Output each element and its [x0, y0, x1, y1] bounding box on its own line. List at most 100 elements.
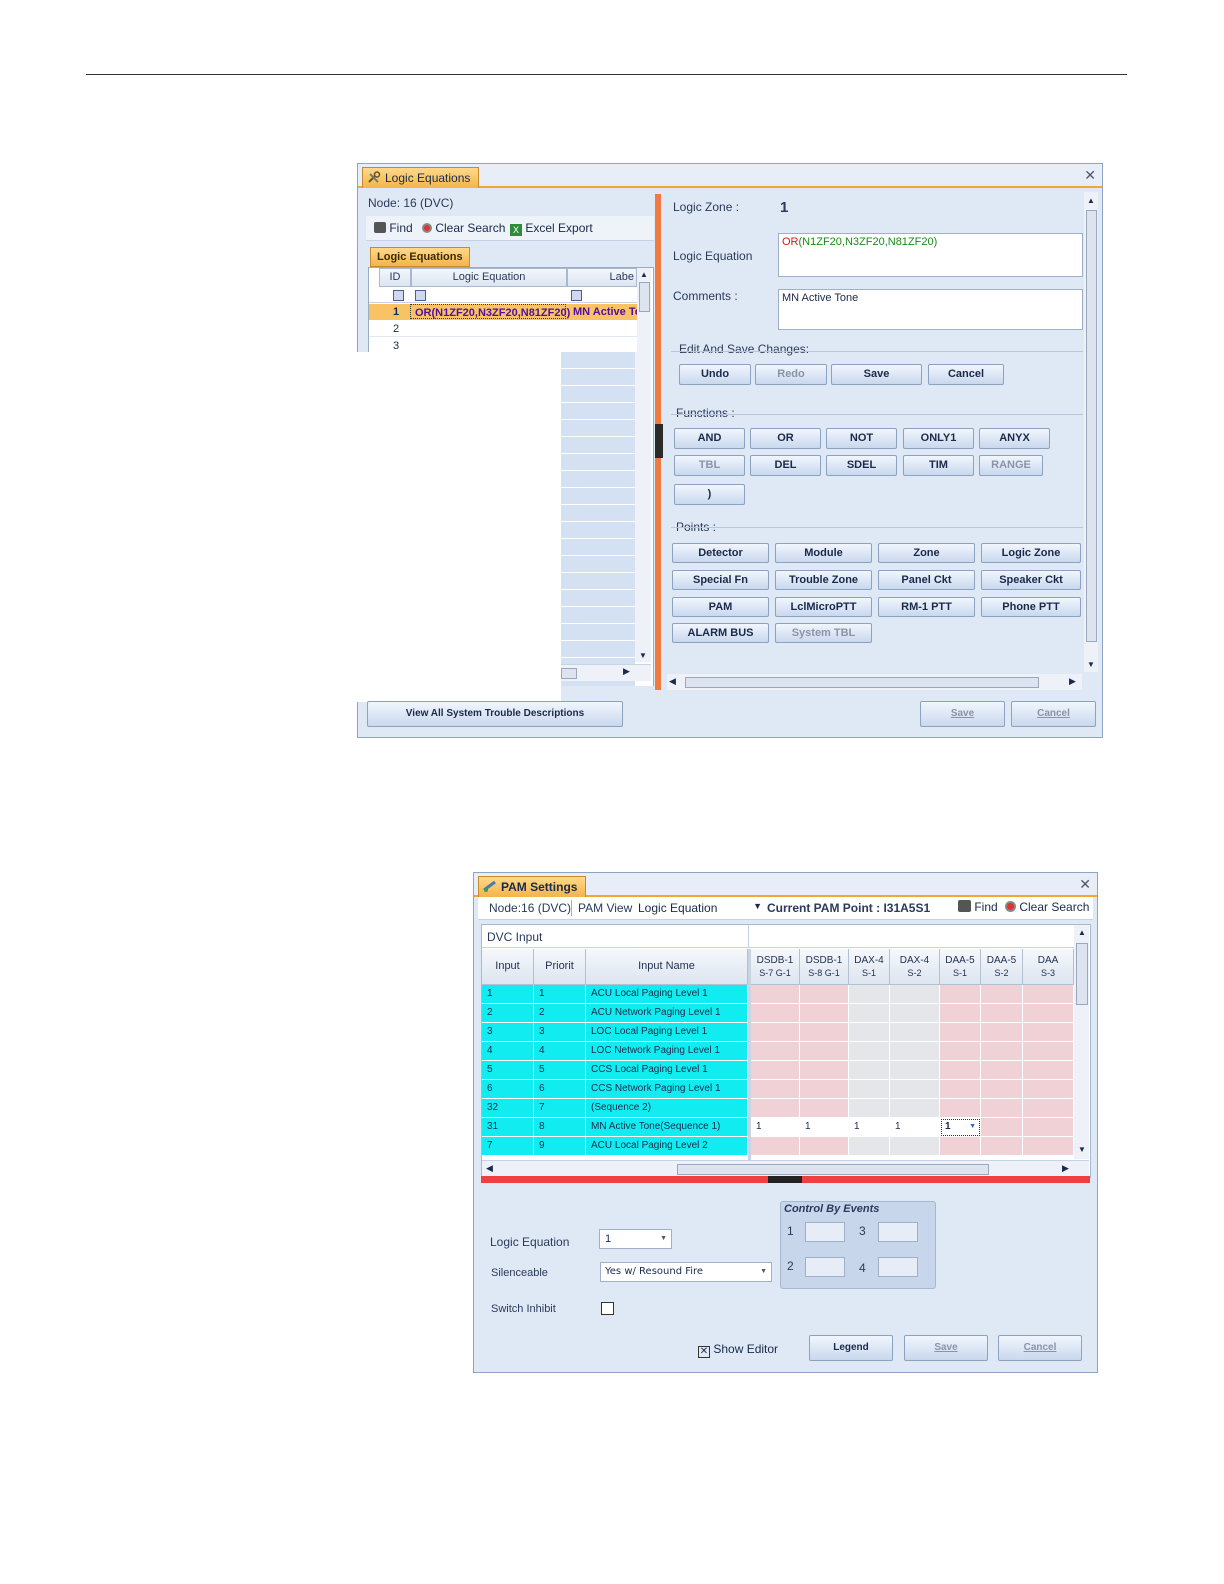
row-input-name-cell[interactable]: MN Active Tone(Sequence 1): [586, 1118, 748, 1137]
device-value-cell[interactable]: [981, 1042, 1023, 1061]
scroll-up-icon[interactable]: ▲: [1087, 196, 1095, 205]
row-input-name-cell[interactable]: ACU Network Paging Level 1: [586, 1004, 748, 1023]
scroll-down-icon[interactable]: ▼: [639, 651, 647, 660]
cancel-button[interactable]: Cancel: [998, 1335, 1082, 1361]
cbe-slot-4-field[interactable]: [878, 1257, 918, 1277]
editor-h-scroll-thumb[interactable]: [685, 677, 1039, 688]
filter-label-icon[interactable]: [571, 290, 582, 301]
scroll-left-icon[interactable]: ◀: [486, 1163, 493, 1174]
splitter-handle[interactable]: [655, 424, 663, 458]
find-button[interactable]: Find: [958, 900, 998, 914]
row-priority-cell[interactable]: 2: [534, 1004, 586, 1023]
scroll-up-icon[interactable]: ▲: [640, 270, 648, 279]
device-value-cell[interactable]: [800, 1023, 849, 1042]
device-column-header[interactable]: DAA S-3: [1023, 949, 1074, 985]
row-priority-cell[interactable]: 1: [534, 985, 586, 1004]
row-input-cell[interactable]: 1: [482, 985, 534, 1004]
row-input-cell[interactable]: 5: [482, 1061, 534, 1080]
device-value-cell[interactable]: [849, 1080, 890, 1099]
row-priority-cell[interactable]: 6: [534, 1080, 586, 1099]
scroll-thumb[interactable]: [639, 282, 650, 312]
col-header-priority[interactable]: Priorit: [534, 949, 586, 985]
device-value-cell[interactable]: [890, 1137, 940, 1156]
scroll-left-icon[interactable]: ◀: [669, 676, 676, 687]
clear-search-button[interactable]: Clear Search: [1005, 900, 1089, 914]
device-value-cell[interactable]: [751, 985, 800, 1004]
device-value-cell[interactable]: 1 ▼: [940, 1118, 981, 1137]
device-value-cell[interactable]: [1023, 1118, 1074, 1137]
device-value-cell[interactable]: [800, 1137, 849, 1156]
point-special-fn-button[interactable]: Special Fn: [672, 570, 769, 590]
device-value-cell[interactable]: [1023, 1023, 1074, 1042]
device-value-cell[interactable]: 1: [890, 1118, 940, 1137]
device-value-cell[interactable]: [890, 985, 940, 1004]
row-input-cell[interactable]: 7: [482, 1137, 534, 1156]
point-module-button[interactable]: Module: [775, 543, 872, 563]
row-input-name-cell[interactable]: CCS Network Paging Level 1: [586, 1080, 748, 1099]
device-value-cell[interactable]: [1023, 985, 1074, 1004]
row-input-cell[interactable]: 3: [482, 1023, 534, 1042]
redo-button[interactable]: Redo: [755, 364, 827, 385]
device-value-cell[interactable]: [981, 1061, 1023, 1080]
find-button[interactable]: Find: [374, 221, 413, 235]
pam-settings-window-tab[interactable]: PAM Settings: [478, 876, 587, 897]
row-input-cell[interactable]: 2: [482, 1004, 534, 1023]
device-value-cell[interactable]: [940, 1042, 981, 1061]
save-button[interactable]: Save: [920, 701, 1005, 727]
save-button[interactable]: Save: [904, 1335, 988, 1361]
grid-vertical-scrollbar[interactable]: ▲: [637, 268, 651, 352]
device-value-cell[interactable]: [800, 985, 849, 1004]
point-trouble-zone-button[interactable]: Trouble Zone: [775, 570, 872, 590]
device-value-cell[interactable]: [890, 1099, 940, 1118]
device-value-cell[interactable]: [1023, 1061, 1074, 1080]
pam-view-dropdown[interactable]: Logic Equation ▼: [636, 898, 764, 916]
legend-button[interactable]: Legend: [809, 1335, 893, 1361]
scroll-down-icon[interactable]: ▼: [1078, 1145, 1086, 1154]
function-del-button[interactable]: DEL: [750, 455, 821, 476]
editor-scroll-thumb[interactable]: [1086, 210, 1097, 642]
row-input-cell[interactable]: 31: [482, 1118, 534, 1137]
device-value-cell[interactable]: 1: [751, 1118, 800, 1137]
excel-export-button[interactable]: X Excel Export: [510, 221, 593, 236]
point-panel-ckt-button[interactable]: Panel Ckt: [878, 570, 975, 590]
device-value-cell[interactable]: [849, 1099, 890, 1118]
row-input-name-cell[interactable]: ACU Local Paging Level 2: [586, 1137, 748, 1156]
scroll-right-icon[interactable]: ▶: [623, 666, 630, 677]
cbe-slot-2-field[interactable]: [805, 1257, 845, 1277]
view-all-trouble-descriptions-button[interactable]: View All System Trouble Descriptions: [367, 701, 623, 727]
row-input-cell[interactable]: 32: [482, 1099, 534, 1118]
device-column-header[interactable]: DSDB-1 S-8 G-1: [800, 949, 849, 985]
row-priority-cell[interactable]: 5: [534, 1061, 586, 1080]
device-value-cell[interactable]: [890, 1042, 940, 1061]
col-header-input[interactable]: Input: [482, 949, 534, 985]
point-zone-button[interactable]: Zone: [878, 543, 975, 563]
cbe-slot-3-field[interactable]: [878, 1222, 918, 1242]
point-phone-ptt-button[interactable]: Phone PTT: [981, 597, 1081, 617]
col-header-input-name[interactable]: Input Name: [586, 949, 748, 985]
cancel-edit-button[interactable]: Cancel: [928, 364, 1004, 385]
device-value-cell[interactable]: [940, 1080, 981, 1099]
row-input-cell[interactable]: 4: [482, 1042, 534, 1061]
point-system-tbl-button[interactable]: System TBL: [775, 623, 872, 643]
function-and-button[interactable]: AND: [674, 428, 745, 449]
device-value-cell[interactable]: [981, 1137, 1023, 1156]
device-value-cell[interactable]: [800, 1099, 849, 1118]
device-value-cell[interactable]: [890, 1061, 940, 1080]
row-input-name-cell[interactable]: LOC Network Paging Level 1: [586, 1042, 748, 1061]
device-value-cell[interactable]: [1023, 1137, 1074, 1156]
logic-equation-field[interactable]: OR(N1ZF20,N3ZF20,N81ZF20): [778, 233, 1083, 277]
device-value-cell[interactable]: [981, 1023, 1023, 1042]
device-value-cell[interactable]: [940, 985, 981, 1004]
editor-horizontal-scrollbar[interactable]: ◀ ▶: [667, 674, 1082, 690]
device-value-cell[interactable]: [890, 1023, 940, 1042]
col-header-logic-equation[interactable]: Logic Equation: [411, 268, 567, 287]
device-value-cell[interactable]: [751, 1099, 800, 1118]
device-value-cell[interactable]: [849, 1023, 890, 1042]
point-logic-zone-button[interactable]: Logic Zone: [981, 543, 1081, 563]
device-value-cell[interactable]: [981, 1118, 1023, 1137]
device-value-cell[interactable]: [1023, 1004, 1074, 1023]
table-scroll-thumb[interactable]: [1076, 943, 1088, 1005]
device-column-header[interactable]: DAA-5 S-2: [981, 949, 1023, 985]
device-column-header[interactable]: DAX-4 S-2: [890, 949, 940, 985]
device-value-cell[interactable]: [1023, 1099, 1074, 1118]
